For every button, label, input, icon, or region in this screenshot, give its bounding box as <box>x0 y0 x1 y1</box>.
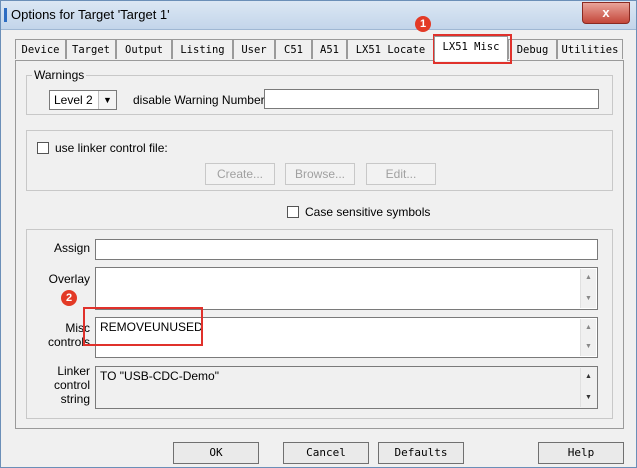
scroll-up-icon[interactable]: ▲ <box>581 271 596 285</box>
use-linker-file-label: use linker control file: <box>55 141 168 155</box>
misc-scrollbar[interactable]: ▲ ▼ <box>580 319 596 356</box>
linker-control-string-label: Linker control string <box>29 364 90 406</box>
window-title: Options for Target 'Target 1' <box>11 7 170 22</box>
ok-button[interactable]: OK <box>173 442 259 464</box>
annotation-badge-2: 2 <box>61 290 77 306</box>
case-sensitive-label: Case sensitive symbols <box>305 205 431 219</box>
tab-c51[interactable]: C51 <box>275 39 312 59</box>
annotation-box-misc <box>83 307 203 346</box>
options-dialog: Options for Target 'Target 1' x Device T… <box>0 0 637 468</box>
chevron-down-icon[interactable]: ▼ <box>98 91 116 109</box>
linker-label-line-3: string <box>60 392 90 406</box>
case-sensitive-checkbox[interactable] <box>287 206 299 218</box>
app-icon <box>4 8 7 22</box>
misc-label-line-1: Misc <box>65 321 90 335</box>
scroll-up-icon[interactable]: ▲ <box>581 321 596 335</box>
misc-label-line-2: controls <box>47 335 90 349</box>
disable-warnings-input[interactable] <box>264 89 599 109</box>
defaults-button[interactable]: Defaults <box>378 442 464 464</box>
tab-lx51-locate[interactable]: LX51 Locate <box>347 39 434 59</box>
tab-utilities[interactable]: Utilities <box>557 39 623 59</box>
assign-label: Assign <box>53 241 90 255</box>
tab-lx51-misc[interactable]: LX51 Misc <box>434 36 508 61</box>
tab-output[interactable]: Output <box>116 39 172 59</box>
warnings-group: Warnings Level 2 ▼ disable Warning Numbe… <box>26 68 613 115</box>
scroll-up-icon[interactable]: ▲ <box>581 370 596 384</box>
use-linker-file-checkbox[interactable] <box>37 142 49 154</box>
assign-input[interactable] <box>95 239 598 260</box>
tab-debug[interactable]: Debug <box>508 39 557 59</box>
browse-button[interactable]: Browse... <box>285 163 355 185</box>
linker-control-string-input[interactable]: TO "USB-CDC-Demo" ▲ ▼ <box>95 366 598 409</box>
overlay-scrollbar[interactable]: ▲ ▼ <box>580 269 596 308</box>
linker-scrollbar[interactable]: ▲ ▼ <box>580 368 596 407</box>
disable-warnings-label: disable Warning Numbers: <box>133 93 274 107</box>
tab-a51[interactable]: A51 <box>312 39 347 59</box>
create-button[interactable]: Create... <box>205 163 275 185</box>
edit-button[interactable]: Edit... <box>366 163 436 185</box>
warning-level-select[interactable]: Level 2 ▼ <box>49 90 117 110</box>
overlay-label: Overlay <box>48 272 90 286</box>
linker-control-string-value: TO "USB-CDC-Demo" <box>100 369 219 383</box>
misc-controls-label: Misc controls <box>29 321 90 349</box>
title-bar: Options for Target 'Target 1' x <box>1 1 636 30</box>
tab-listing[interactable]: Listing <box>172 39 233 59</box>
warning-level-value: Level 2 <box>54 93 93 107</box>
scroll-down-icon[interactable]: ▼ <box>581 292 596 306</box>
cancel-button[interactable]: Cancel <box>283 442 369 464</box>
overlay-input[interactable]: ▲ ▼ <box>95 267 598 310</box>
tab-device[interactable]: Device <box>15 39 66 59</box>
tab-user[interactable]: User <box>233 39 275 59</box>
help-button[interactable]: Help <box>538 442 624 464</box>
linker-label-line-1: Linker <box>57 364 90 378</box>
scroll-down-icon[interactable]: ▼ <box>581 340 596 354</box>
warnings-group-label: Warnings <box>32 68 87 82</box>
linker-label-line-2: control <box>53 378 90 392</box>
annotation-badge-1: 1 <box>415 16 431 32</box>
linker-file-group: use linker control file: Create... Brows… <box>26 130 613 191</box>
close-button[interactable]: x <box>582 2 630 24</box>
tab-target[interactable]: Target <box>66 39 116 59</box>
tab-panel: Warnings Level 2 ▼ disable Warning Numbe… <box>15 60 624 429</box>
scroll-down-icon[interactable]: ▼ <box>581 391 596 405</box>
